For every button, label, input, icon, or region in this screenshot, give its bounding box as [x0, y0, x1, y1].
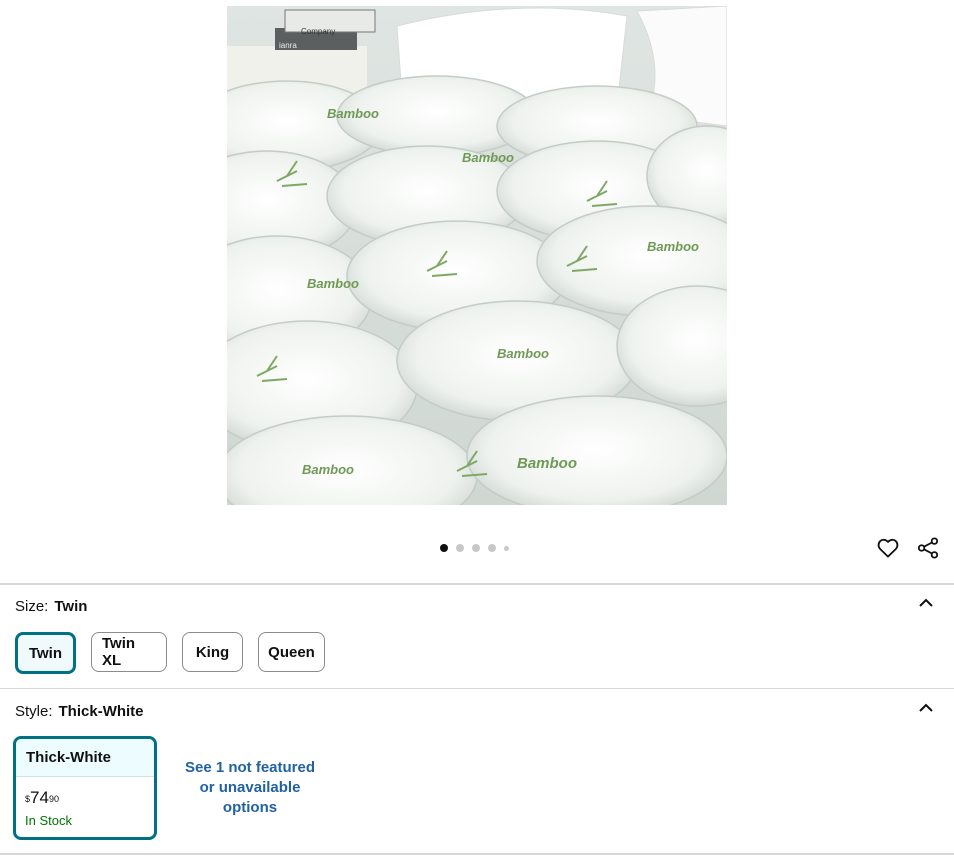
style-option-name: Thick-White — [16, 739, 154, 777]
carousel-dot-1[interactable] — [440, 544, 448, 552]
see-more-line-3: options — [222, 799, 278, 816]
bamboo-print-4: Bamboo — [497, 346, 549, 361]
mattress-topper-image: Company ianra Bamboo Bamboo Bamboo Bambo… — [227, 6, 727, 505]
price-whole: 74 — [30, 788, 49, 807]
size-option-twin[interactable]: Twin — [15, 632, 76, 674]
bamboo-print-2: Bamboo — [462, 150, 514, 165]
carousel-dot-5[interactable] — [504, 545, 509, 551]
size-option-king[interactable]: King — [182, 632, 243, 672]
style-selected-value: Thick-White — [58, 703, 144, 720]
see-unavailable-options-link[interactable]: See 1 not featured or unavailable option… — [170, 758, 330, 818]
size-selected-value: Twin — [54, 598, 88, 615]
section-divider — [0, 583, 954, 585]
pillow-label-text: Company — [301, 27, 335, 36]
section-divider — [0, 853, 954, 855]
size-label: Size: — [15, 598, 49, 615]
product-image[interactable]: Company ianra Bamboo Bamboo Bamboo Bambo… — [227, 6, 727, 505]
bamboo-print-3: Bamboo — [307, 276, 359, 291]
price-fraction: 90 — [48, 794, 59, 804]
price-currency: $ — [25, 794, 31, 804]
size-collapse-chevron-up-icon[interactable] — [915, 592, 937, 614]
bamboo-print-6: Bamboo — [647, 239, 699, 254]
bamboo-print-5: Bamboo — [517, 455, 577, 472]
carousel-dot-4[interactable] — [488, 544, 496, 552]
image-carousel-dots[interactable] — [440, 544, 509, 552]
bamboo-print-1: Bamboo — [327, 106, 379, 121]
bamboo-print-7: Bamboo — [302, 462, 354, 477]
availability-status: In Stock — [25, 813, 72, 828]
style-option-price: $7490 — [16, 777, 154, 807]
share-icon[interactable] — [915, 535, 941, 561]
size-option-queen[interactable]: Queen — [258, 632, 325, 672]
size-options: Twin Twin XL King Queen — [15, 632, 325, 674]
size-option-twin-xl[interactable]: Twin XL — [91, 632, 167, 672]
see-more-line-1: See 1 not featured — [184, 759, 316, 776]
see-more-line-2: or unavailable — [199, 779, 301, 796]
carousel-dot-3[interactable] — [472, 544, 480, 552]
section-divider — [0, 688, 954, 689]
style-label: Style: — [15, 703, 53, 720]
size-row-label: Size: Twin — [15, 598, 87, 615]
heart-icon[interactable] — [875, 535, 901, 561]
style-option-card[interactable]: Thick-White $7490 In Stock — [13, 736, 157, 840]
style-collapse-chevron-up-icon[interactable] — [915, 697, 937, 719]
style-row-label: Style: Thick-White — [15, 703, 144, 720]
book-label-text: ianra — [279, 41, 297, 50]
carousel-dot-2[interactable] — [456, 544, 464, 552]
